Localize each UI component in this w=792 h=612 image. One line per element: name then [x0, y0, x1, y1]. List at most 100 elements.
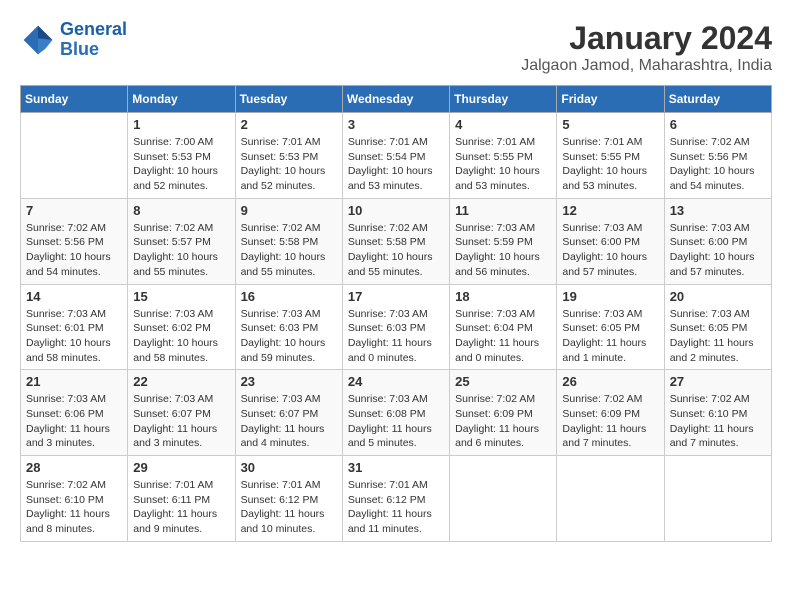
- calendar-cell: 27 Sunrise: 7:02 AM Sunset: 6:10 PM Dayli…: [664, 370, 771, 456]
- calendar-table: SundayMondayTuesdayWednesdayThursdayFrid…: [20, 85, 772, 542]
- day-info: Sunrise: 7:03 AM Sunset: 6:00 PM Dayligh…: [562, 221, 658, 280]
- calendar-cell: 23 Sunrise: 7:03 AM Sunset: 6:07 PM Dayli…: [235, 370, 342, 456]
- day-number: 16: [241, 289, 337, 304]
- day-number: 11: [455, 203, 551, 218]
- calendar-cell: 5 Sunrise: 7:01 AM Sunset: 5:55 PM Daylig…: [557, 113, 664, 199]
- calendar-cell: 28 Sunrise: 7:02 AM Sunset: 6:10 PM Dayli…: [21, 456, 128, 542]
- page-subtitle: Jalgaon Jamod, Maharashtra, India: [521, 57, 772, 75]
- page-header: General Blue January 2024 Jalgaon Jamod,…: [20, 20, 772, 75]
- calendar-cell: 26Sunrise: 7:02 AM Sunset: 6:09 PM Dayli…: [557, 370, 664, 456]
- calendar-cell: 14 Sunrise: 7:03 AM Sunset: 6:01 PM Dayli…: [21, 284, 128, 370]
- calendar-cell: 17Sunrise: 7:03 AM Sunset: 6:03 PM Dayli…: [342, 284, 449, 370]
- day-info: Sunrise: 7:03 AM Sunset: 6:05 PM Dayligh…: [670, 307, 766, 366]
- logo-line2: Blue: [60, 39, 99, 59]
- day-info: Sunrise: 7:02 AM Sunset: 5:57 PM Dayligh…: [133, 221, 229, 280]
- day-number: 14: [26, 289, 122, 304]
- header-day: Wednesday: [342, 86, 449, 113]
- day-number: 4: [455, 117, 551, 132]
- day-info: Sunrise: 7:03 AM Sunset: 6:00 PM Dayligh…: [670, 221, 766, 280]
- calendar-cell: 2Sunrise: 7:01 AM Sunset: 5:53 PM Daylig…: [235, 113, 342, 199]
- header-day: Sunday: [21, 86, 128, 113]
- logo: General Blue: [20, 20, 127, 60]
- day-number: 22: [133, 374, 229, 389]
- day-info: Sunrise: 7:02 AM Sunset: 5:58 PM Dayligh…: [241, 221, 337, 280]
- header-day: Thursday: [450, 86, 557, 113]
- calendar-cell: 21 Sunrise: 7:03 AM Sunset: 6:06 PM Dayli…: [21, 370, 128, 456]
- day-info: Sunrise: 7:02 AM Sunset: 5:56 PM Dayligh…: [26, 221, 122, 280]
- day-number: 7: [26, 203, 122, 218]
- day-number: 20: [670, 289, 766, 304]
- day-info: Sunrise: 7:02 AM Sunset: 6:09 PM Dayligh…: [562, 392, 658, 451]
- day-number: 21: [26, 374, 122, 389]
- calendar-week-row: 21 Sunrise: 7:03 AM Sunset: 6:06 PM Dayli…: [21, 370, 772, 456]
- calendar-cell: 12 Sunrise: 7:03 AM Sunset: 6:00 PM Dayli…: [557, 198, 664, 284]
- day-info: Sunrise: 7:02 AM Sunset: 5:56 PM Dayligh…: [670, 135, 766, 194]
- logo-line1: General: [60, 19, 127, 39]
- header-day: Tuesday: [235, 86, 342, 113]
- day-info: Sunrise: 7:01 AM Sunset: 5:55 PM Dayligh…: [455, 135, 551, 194]
- day-info: Sunrise: 7:01 AM Sunset: 5:54 PM Dayligh…: [348, 135, 444, 194]
- calendar-cell: 20 Sunrise: 7:03 AM Sunset: 6:05 PM Dayli…: [664, 284, 771, 370]
- calendar-cell: 31 Sunrise: 7:01 AM Sunset: 6:12 PM Dayli…: [342, 456, 449, 542]
- day-info: Sunrise: 7:01 AM Sunset: 5:55 PM Dayligh…: [562, 135, 658, 194]
- calendar-cell: 7 Sunrise: 7:02 AM Sunset: 5:56 PM Daylig…: [21, 198, 128, 284]
- day-number: 9: [241, 203, 337, 218]
- calendar-cell: 25 Sunrise: 7:02 AM Sunset: 6:09 PM Dayli…: [450, 370, 557, 456]
- day-info: Sunrise: 7:02 AM Sunset: 5:58 PM Dayligh…: [348, 221, 444, 280]
- header-row: SundayMondayTuesdayWednesdayThursdayFrid…: [21, 86, 772, 113]
- calendar-week-row: 28 Sunrise: 7:02 AM Sunset: 6:10 PM Dayli…: [21, 456, 772, 542]
- logo-text: General Blue: [60, 20, 127, 60]
- day-number: 27: [670, 374, 766, 389]
- day-info: Sunrise: 7:03 AM Sunset: 6:07 PM Dayligh…: [241, 392, 337, 451]
- calendar-cell: 4 Sunrise: 7:01 AM Sunset: 5:55 PM Daylig…: [450, 113, 557, 199]
- day-info: Sunrise: 7:03 AM Sunset: 5:59 PM Dayligh…: [455, 221, 551, 280]
- day-number: 25: [455, 374, 551, 389]
- day-info: Sunrise: 7:02 AM Sunset: 6:10 PM Dayligh…: [670, 392, 766, 451]
- day-number: 23: [241, 374, 337, 389]
- calendar-cell: 8 Sunrise: 7:02 AM Sunset: 5:57 PM Daylig…: [128, 198, 235, 284]
- day-info: Sunrise: 7:02 AM Sunset: 6:09 PM Dayligh…: [455, 392, 551, 451]
- day-info: Sunrise: 7:01 AM Sunset: 6:12 PM Dayligh…: [241, 478, 337, 537]
- calendar-cell: [21, 113, 128, 199]
- day-info: Sunrise: 7:01 AM Sunset: 6:12 PM Dayligh…: [348, 478, 444, 537]
- day-number: 12: [562, 203, 658, 218]
- calendar-cell: 24Sunrise: 7:03 AM Sunset: 6:08 PM Dayli…: [342, 370, 449, 456]
- day-number: 28: [26, 460, 122, 475]
- day-number: 29: [133, 460, 229, 475]
- day-number: 30: [241, 460, 337, 475]
- calendar-cell: [664, 456, 771, 542]
- day-info: Sunrise: 7:03 AM Sunset: 6:01 PM Dayligh…: [26, 307, 122, 366]
- day-number: 24: [348, 374, 444, 389]
- calendar-cell: 18Sunrise: 7:03 AM Sunset: 6:04 PM Dayli…: [450, 284, 557, 370]
- page-title: January 2024: [521, 20, 772, 57]
- calendar-cell: 19 Sunrise: 7:03 AM Sunset: 6:05 PM Dayli…: [557, 284, 664, 370]
- day-info: Sunrise: 7:03 AM Sunset: 6:05 PM Dayligh…: [562, 307, 658, 366]
- calendar-cell: 11 Sunrise: 7:03 AM Sunset: 5:59 PM Dayli…: [450, 198, 557, 284]
- calendar-week-row: 14 Sunrise: 7:03 AM Sunset: 6:01 PM Dayli…: [21, 284, 772, 370]
- calendar-cell: [557, 456, 664, 542]
- header-day: Friday: [557, 86, 664, 113]
- header-day: Saturday: [664, 86, 771, 113]
- calendar-cell: 10Sunrise: 7:02 AM Sunset: 5:58 PM Dayli…: [342, 198, 449, 284]
- day-info: Sunrise: 7:00 AM Sunset: 5:53 PM Dayligh…: [133, 135, 229, 194]
- calendar-week-row: 7 Sunrise: 7:02 AM Sunset: 5:56 PM Daylig…: [21, 198, 772, 284]
- day-number: 8: [133, 203, 229, 218]
- day-number: 19: [562, 289, 658, 304]
- calendar-cell: 30 Sunrise: 7:01 AM Sunset: 6:12 PM Dayli…: [235, 456, 342, 542]
- day-info: Sunrise: 7:02 AM Sunset: 6:10 PM Dayligh…: [26, 478, 122, 537]
- day-info: Sunrise: 7:03 AM Sunset: 6:03 PM Dayligh…: [348, 307, 444, 366]
- calendar-cell: 16 Sunrise: 7:03 AM Sunset: 6:03 PM Dayli…: [235, 284, 342, 370]
- day-number: 31: [348, 460, 444, 475]
- day-number: 18: [455, 289, 551, 304]
- header-day: Monday: [128, 86, 235, 113]
- day-info: Sunrise: 7:03 AM Sunset: 6:03 PM Dayligh…: [241, 307, 337, 366]
- calendar-cell: [450, 456, 557, 542]
- calendar-cell: 9 Sunrise: 7:02 AM Sunset: 5:58 PM Daylig…: [235, 198, 342, 284]
- day-number: 2: [241, 117, 337, 132]
- calendar-cell: 22Sunrise: 7:03 AM Sunset: 6:07 PM Dayli…: [128, 370, 235, 456]
- day-info: Sunrise: 7:01 AM Sunset: 6:11 PM Dayligh…: [133, 478, 229, 537]
- day-info: Sunrise: 7:03 AM Sunset: 6:06 PM Dayligh…: [26, 392, 122, 451]
- calendar-week-row: 1Sunrise: 7:00 AM Sunset: 5:53 PM Daylig…: [21, 113, 772, 199]
- day-number: 15: [133, 289, 229, 304]
- day-number: 5: [562, 117, 658, 132]
